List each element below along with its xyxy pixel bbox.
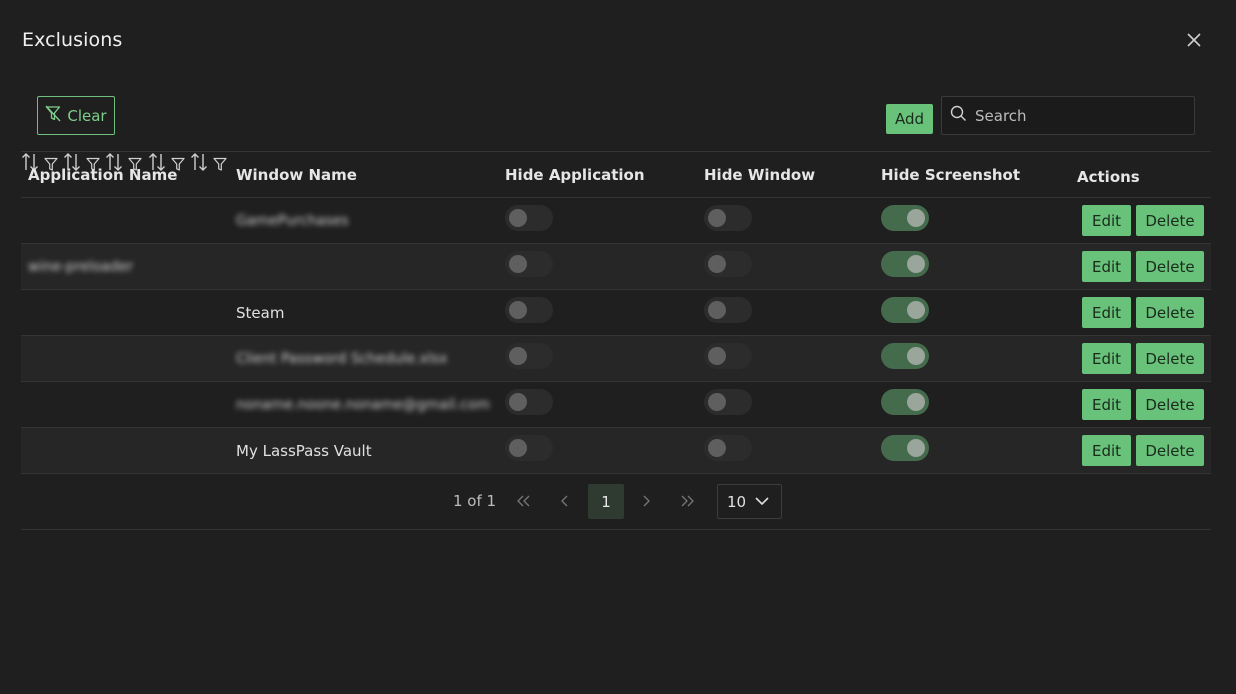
- col-window-name: Window Name: [236, 152, 357, 198]
- filter-slash-icon: [45, 105, 61, 126]
- window-name-cell: My LassPass Vault: [236, 441, 372, 460]
- hide-screenshot-toggle[interactable]: [881, 389, 929, 415]
- col-hide-application-label: Hide Application: [505, 166, 645, 184]
- toggle-knob: [907, 255, 925, 273]
- hide-window-toggle[interactable]: [704, 343, 752, 369]
- toggle-knob: [907, 393, 925, 411]
- hide-application-toggle[interactable]: [505, 435, 553, 461]
- window-name-cell: noname.noone.noname@gmail.com: [236, 396, 490, 413]
- table-header: Application Name Window Name Hide Applic…: [21, 151, 1211, 198]
- col-hide-window-label: Hide Window: [704, 166, 816, 184]
- paginator: 1 of 1 1 10: [21, 472, 1211, 530]
- hide-window-toggle[interactable]: [704, 205, 752, 231]
- window-name-cell: GamePurchases: [236, 212, 349, 229]
- double-chevron-left-icon[interactable]: [515, 491, 531, 515]
- delete-button[interactable]: Delete: [1136, 205, 1204, 236]
- search-icon: [950, 105, 967, 126]
- hide-application-toggle[interactable]: [505, 297, 553, 323]
- edit-button[interactable]: Edit: [1082, 343, 1131, 374]
- search-box: [941, 96, 1195, 135]
- hide-screenshot-toggle[interactable]: [881, 343, 929, 369]
- col-hide-application: Hide Application: [505, 152, 645, 198]
- edit-button[interactable]: Edit: [1082, 297, 1131, 328]
- table-row: noname.noone.noname@gmail.com Edit Delete: [21, 382, 1211, 428]
- close-icon[interactable]: [1183, 29, 1205, 51]
- chevron-right-icon[interactable]: [641, 491, 653, 515]
- clear-filters-button[interactable]: Clear: [37, 96, 115, 135]
- delete-button[interactable]: Delete: [1136, 435, 1204, 466]
- edit-button[interactable]: Edit: [1082, 389, 1131, 420]
- add-button[interactable]: Add: [886, 104, 933, 134]
- edit-button[interactable]: Edit: [1082, 435, 1131, 466]
- hide-application-toggle[interactable]: [505, 389, 553, 415]
- hide-application-toggle[interactable]: [505, 205, 553, 231]
- exclusions-table: Application Name Window Name Hide Applic…: [21, 151, 1211, 474]
- table-row: wine-preloader Edit Delete: [21, 244, 1211, 290]
- hide-window-toggle[interactable]: [704, 435, 752, 461]
- toggle-knob: [708, 347, 726, 365]
- clear-button-label: Clear: [67, 106, 107, 125]
- table-row: Client Password Schedule.xlsx Edit Delete: [21, 336, 1211, 382]
- toggle-knob: [907, 301, 925, 319]
- toggle-knob: [907, 209, 925, 227]
- col-application-name-label: Application Name: [28, 166, 178, 184]
- rows-per-page-value: 10: [727, 492, 747, 511]
- filter-icon[interactable]: [213, 157, 227, 176]
- hide-screenshot-toggle[interactable]: [881, 251, 929, 277]
- table-row: My LassPass Vault Edit Delete: [21, 428, 1211, 474]
- toggle-knob: [907, 347, 925, 365]
- table-row: GamePurchases Edit Delete: [21, 198, 1211, 244]
- toggle-knob: [708, 255, 726, 273]
- toggle-knob: [509, 301, 527, 319]
- sort-icon[interactable]: [190, 153, 208, 176]
- hide-screenshot-toggle[interactable]: [881, 435, 929, 461]
- col-actions-label: Actions: [1077, 168, 1140, 186]
- edit-button[interactable]: Edit: [1082, 205, 1131, 236]
- toggle-knob: [509, 209, 527, 227]
- edit-button[interactable]: Edit: [1082, 251, 1131, 282]
- delete-button[interactable]: Delete: [1136, 251, 1204, 282]
- page-report: 1 of 1: [453, 492, 497, 510]
- page-button-1[interactable]: 1: [588, 484, 624, 519]
- window-name-cell: Client Password Schedule.xlsx: [236, 350, 448, 367]
- chevron-down-icon: [755, 497, 769, 506]
- rows-per-page-dropdown[interactable]: 10: [717, 484, 782, 519]
- hide-screenshot-toggle[interactable]: [881, 205, 929, 231]
- hide-window-toggle[interactable]: [704, 251, 752, 277]
- toggle-knob: [708, 393, 726, 411]
- table-body: GamePurchases Edit Delete wine-preloader Edi…: [21, 198, 1211, 474]
- col-hide-window: Hide Window: [704, 152, 815, 198]
- delete-button[interactable]: Delete: [1136, 389, 1204, 420]
- toggle-knob: [509, 347, 527, 365]
- hide-window-toggle[interactable]: [704, 297, 752, 323]
- col-hide-screenshot: Hide Screenshot: [881, 152, 1020, 198]
- application-name-cell: wine-preloader: [28, 258, 134, 275]
- toggle-knob: [509, 393, 527, 411]
- chevron-left-icon[interactable]: [558, 491, 570, 515]
- delete-button[interactable]: Delete: [1136, 343, 1204, 374]
- toggle-knob: [509, 255, 527, 273]
- hide-application-toggle[interactable]: [505, 251, 553, 277]
- hide-application-toggle[interactable]: [505, 343, 553, 369]
- col-application-name: Application Name: [28, 152, 177, 198]
- col-hide-screenshot-label: Hide Screenshot: [881, 166, 1021, 184]
- delete-button[interactable]: Delete: [1136, 297, 1204, 328]
- table-row: Steam Edit Delete: [21, 290, 1211, 336]
- hide-screenshot-toggle[interactable]: [881, 297, 929, 323]
- col-window-name-label: Window Name: [236, 166, 357, 184]
- window-name-cell: Steam: [236, 303, 285, 322]
- toggle-knob: [509, 439, 527, 457]
- double-chevron-right-icon[interactable]: [680, 491, 696, 515]
- toggle-knob: [708, 209, 726, 227]
- toggle-knob: [907, 439, 925, 457]
- toggle-knob: [708, 439, 726, 457]
- search-input[interactable]: [975, 106, 1175, 125]
- hide-window-toggle[interactable]: [704, 389, 752, 415]
- toggle-knob: [708, 301, 726, 319]
- dialog-title: Exclusions: [22, 29, 123, 51]
- col-actions: Actions: [1077, 154, 1140, 200]
